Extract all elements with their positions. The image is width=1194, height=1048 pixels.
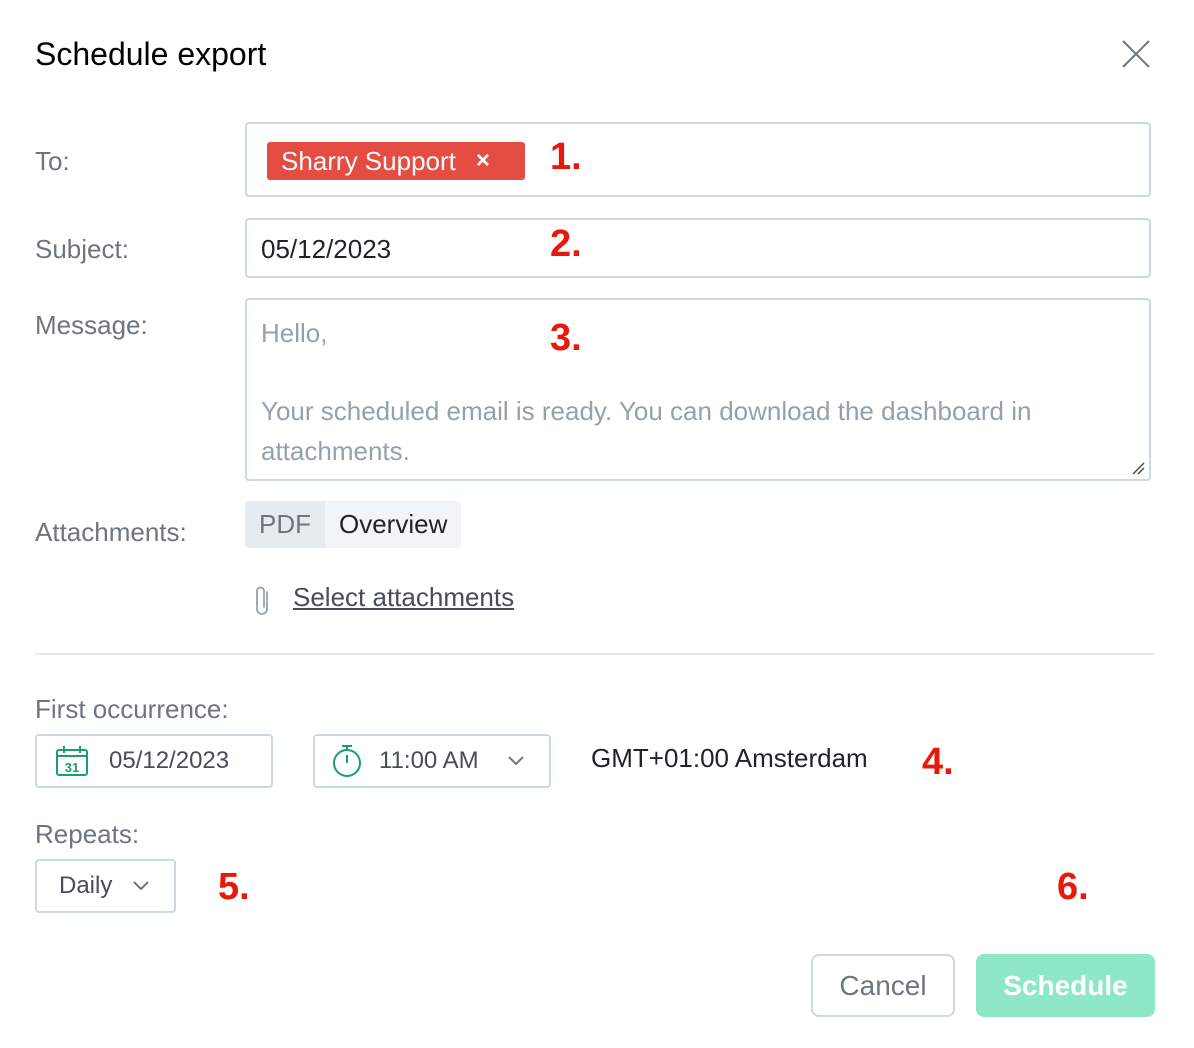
repeats-label: Repeats:: [35, 819, 140, 849]
message-line: Hello,: [261, 318, 328, 348]
to-field[interactable]: Sharry Support ×: [245, 122, 1151, 197]
divider: [35, 653, 1155, 655]
calendar-day: 31: [65, 760, 79, 775]
stopwatch-icon: [333, 745, 361, 777]
date-picker[interactable]: 31 05/12/2023: [35, 734, 273, 788]
chevron-down-icon: [507, 756, 524, 766]
annotation-3: 3.: [550, 317, 582, 359]
schedule-export-dialog: Schedule export To: Sharry Support × 1. …: [0, 0, 1194, 1048]
to-label: To:: [35, 146, 70, 176]
select-attachments-link[interactable]: Select attachments: [293, 582, 514, 613]
attachment-type: PDF: [245, 501, 325, 548]
subject-value: 05/12/2023: [261, 234, 392, 264]
resize-handle-icon[interactable]: [1131, 461, 1145, 475]
attachment-name: Overview: [339, 509, 448, 539]
attachments-label: Attachments:: [35, 517, 187, 547]
annotation-6: 6.: [1057, 866, 1089, 908]
message-label: Message:: [35, 310, 148, 340]
subject-label: Subject:: [35, 234, 129, 264]
repeats-value: Daily: [59, 872, 113, 899]
recipient-name: Sharry Support: [281, 145, 456, 176]
time-value: 11:00 AM: [379, 747, 479, 774]
cancel-button[interactable]: Cancel: [811, 954, 955, 1017]
calendar-icon: 31: [56, 746, 88, 776]
annotation-4: 4.: [922, 741, 954, 783]
message-line: attachments.: [261, 436, 410, 466]
chevron-down-icon: [133, 881, 150, 891]
annotation-1: 1.: [550, 136, 582, 178]
first-occurrence-label: First occurrence:: [35, 694, 229, 724]
attachment-item[interactable]: PDF Overview: [245, 501, 462, 548]
repeats-dropdown[interactable]: Daily: [35, 859, 176, 913]
annotation-5: 5.: [218, 866, 250, 908]
recipient-chip: Sharry Support ×: [267, 142, 525, 180]
dialog-title: Schedule export: [35, 36, 267, 72]
timezone-label: GMT+01:00 Amsterdam: [591, 743, 868, 773]
remove-recipient-button[interactable]: ×: [476, 147, 490, 175]
paperclip-icon: [256, 586, 268, 615]
time-picker[interactable]: 11:00 AM: [313, 734, 551, 788]
date-value: 05/12/2023: [109, 747, 230, 774]
message-line: Your scheduled email is ready. You can d…: [261, 396, 1032, 426]
close-icon[interactable]: [1120, 38, 1152, 70]
schedule-button[interactable]: Schedule: [976, 954, 1155, 1017]
annotation-2: 2.: [550, 223, 582, 265]
subject-input[interactable]: 05/12/2023: [245, 218, 1151, 278]
message-textarea[interactable]: Hello, Your scheduled email is ready. Yo…: [245, 298, 1151, 481]
